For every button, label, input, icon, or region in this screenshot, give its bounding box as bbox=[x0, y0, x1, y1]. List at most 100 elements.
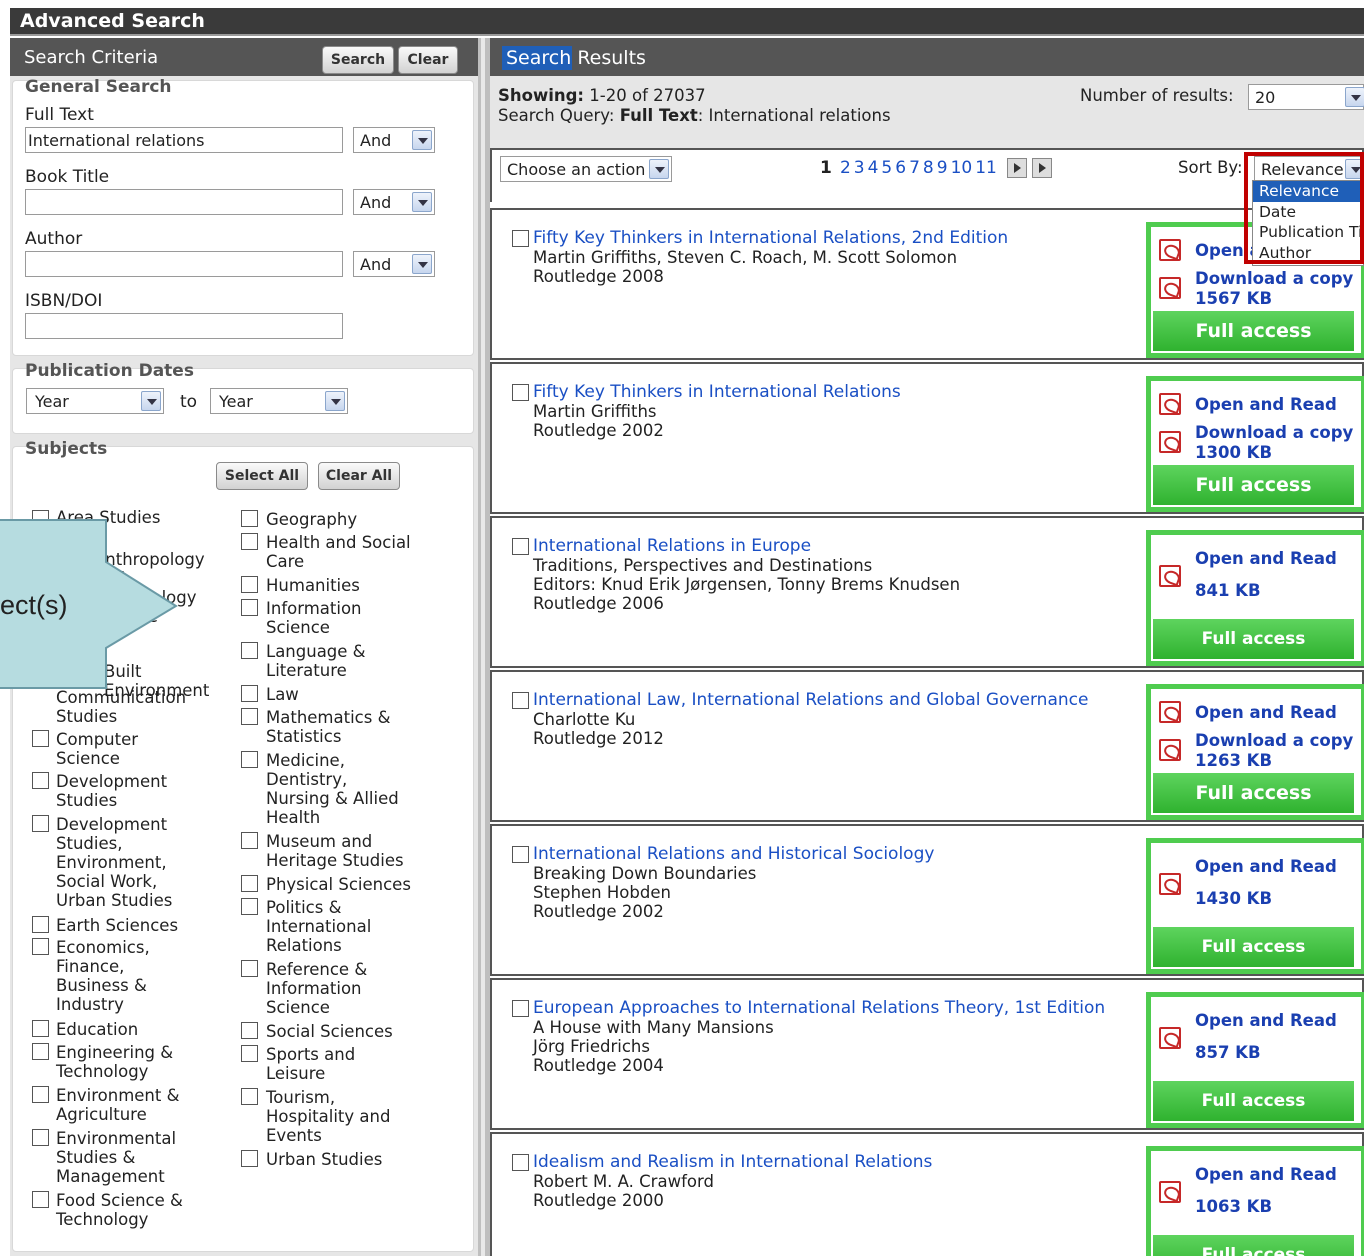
result-title-link[interactable]: International Relations and Historical S… bbox=[533, 844, 934, 864]
open-and-read-link[interactable]: Open and Read bbox=[1195, 703, 1337, 722]
result-checkbox[interactable] bbox=[512, 1154, 529, 1171]
subject-checkbox[interactable] bbox=[32, 1043, 49, 1060]
author-input[interactable] bbox=[25, 251, 343, 277]
page-link[interactable]: 5 bbox=[881, 158, 892, 178]
subject-checkbox[interactable] bbox=[32, 730, 49, 747]
last-page-icon[interactable] bbox=[1031, 158, 1052, 178]
result-title-link[interactable]: European Approaches to International Rel… bbox=[533, 998, 1105, 1018]
full-access-button[interactable]: Full access bbox=[1153, 465, 1354, 505]
access-box: Open and Read Download a copy 1300 KB Fu… bbox=[1146, 376, 1364, 512]
download-copy-link[interactable]: Download a copy bbox=[1195, 423, 1353, 442]
subject-checkbox[interactable] bbox=[241, 510, 258, 527]
sort-option-relevance[interactable]: Relevance bbox=[1253, 181, 1363, 202]
query-prefix: Search Query: bbox=[498, 106, 615, 125]
page-link[interactable]: 7 bbox=[909, 158, 920, 178]
open-and-read-link[interactable]: Open and Read bbox=[1195, 395, 1337, 414]
subject-checkbox[interactable] bbox=[241, 533, 258, 550]
isbn-input[interactable] bbox=[25, 313, 343, 339]
subject-checkbox[interactable] bbox=[32, 1020, 49, 1037]
subject-checkbox[interactable] bbox=[241, 960, 258, 977]
page-link[interactable]: 6 bbox=[895, 158, 906, 178]
page-link[interactable]: 9 bbox=[937, 158, 948, 178]
clear-all-button[interactable]: Clear All bbox=[318, 462, 400, 490]
subject-label: Mathematics & Statistics bbox=[266, 708, 391, 746]
subject-checkbox[interactable] bbox=[32, 1086, 49, 1103]
subject-checkbox[interactable] bbox=[32, 938, 49, 955]
subject-checkbox[interactable] bbox=[32, 1129, 49, 1146]
subject-checkbox[interactable] bbox=[32, 916, 49, 933]
result-checkbox[interactable] bbox=[512, 692, 529, 709]
criteria-header: Search Criteria Search Clear bbox=[10, 38, 478, 76]
page-link[interactable]: 4 bbox=[868, 158, 879, 178]
full-access-button[interactable]: Full access bbox=[1153, 927, 1354, 967]
year-from-select[interactable]: Year bbox=[26, 388, 164, 414]
chevron-down-icon bbox=[1345, 159, 1364, 179]
publication-dates-title: Publication Dates bbox=[25, 361, 194, 381]
open-and-read-link[interactable]: Open and Read bbox=[1195, 549, 1337, 568]
chevron-down-icon bbox=[1345, 87, 1364, 107]
subject-checkbox[interactable] bbox=[241, 1022, 258, 1039]
open-and-read-link[interactable]: Open and Read bbox=[1195, 857, 1337, 876]
full-access-button[interactable]: Full access bbox=[1153, 311, 1354, 351]
choose-action-select[interactable]: Choose an action bbox=[500, 156, 672, 182]
full-text-input[interactable]: International relations bbox=[25, 127, 343, 153]
subject-checkbox[interactable] bbox=[32, 1191, 49, 1208]
open-and-read-link[interactable]: Open and Read bbox=[1195, 1165, 1337, 1184]
select-all-button[interactable]: Select All bbox=[216, 462, 308, 490]
result-checkbox[interactable] bbox=[512, 846, 529, 863]
full-access-button[interactable]: Full access bbox=[1153, 1081, 1354, 1121]
sort-option-date[interactable]: Date bbox=[1253, 202, 1363, 223]
subject-checkbox[interactable] bbox=[241, 898, 258, 915]
subject-checkbox[interactable] bbox=[241, 1088, 258, 1105]
download-copy-link[interactable]: Download a copy bbox=[1195, 731, 1353, 750]
clear-button[interactable]: Clear bbox=[398, 46, 458, 74]
panel-splitter[interactable] bbox=[478, 38, 490, 1256]
full-access-button[interactable]: Full access bbox=[1153, 773, 1354, 813]
sort-option-publication-title[interactable]: Publication Title bbox=[1253, 222, 1363, 243]
full-access-button[interactable]: Full access bbox=[1153, 619, 1354, 659]
result-card: Fifty Key Thinkers in International Rela… bbox=[490, 208, 1364, 360]
full-text-operator-select[interactable]: And bbox=[353, 127, 435, 153]
page-link[interactable]: 8 bbox=[923, 158, 934, 178]
page-link[interactable]: 11 bbox=[975, 158, 997, 178]
author-operator-select[interactable]: And bbox=[353, 251, 435, 277]
subject-checkbox[interactable] bbox=[241, 599, 258, 616]
page-link[interactable]: 3 bbox=[854, 158, 865, 178]
subject-checkbox[interactable] bbox=[241, 642, 258, 659]
result-checkbox[interactable] bbox=[512, 384, 529, 401]
year-to-select[interactable]: Year bbox=[210, 388, 348, 414]
subject-checkbox[interactable] bbox=[241, 685, 258, 702]
subject-checkbox[interactable] bbox=[241, 875, 258, 892]
num-results-select[interactable]: 20 bbox=[1248, 84, 1364, 110]
open-and-read-link[interactable]: Open and Read bbox=[1195, 1011, 1337, 1030]
book-title-input[interactable] bbox=[25, 189, 343, 215]
download-copy-link[interactable]: Download a copy bbox=[1195, 269, 1353, 288]
subject-checkbox[interactable] bbox=[241, 1150, 258, 1167]
subject-checkbox[interactable] bbox=[241, 1045, 258, 1062]
result-title-link[interactable]: International Relations in Europe bbox=[533, 536, 811, 556]
page-link[interactable]: 10 bbox=[951, 158, 973, 178]
result-title-link[interactable]: International Law, International Relatio… bbox=[533, 690, 1088, 710]
page-link[interactable]: 2 bbox=[840, 158, 851, 178]
search-button[interactable]: Search bbox=[322, 46, 394, 74]
result-checkbox[interactable] bbox=[512, 538, 529, 555]
result-title-link[interactable]: Idealism and Realism in International Re… bbox=[533, 1152, 932, 1172]
next-page-icon[interactable] bbox=[1006, 158, 1027, 178]
book-title-label: Book Title bbox=[25, 167, 110, 187]
subject-checkbox[interactable] bbox=[32, 772, 49, 789]
full-access-button[interactable]: Full access bbox=[1153, 1235, 1354, 1256]
subject-checkbox[interactable] bbox=[241, 751, 258, 768]
subject-label: Museum and Heritage Studies bbox=[266, 832, 404, 870]
result-title-link[interactable]: Fifty Key Thinkers in International Rela… bbox=[533, 228, 1008, 248]
result-checkbox[interactable] bbox=[512, 1000, 529, 1017]
subject-checkbox[interactable] bbox=[241, 832, 258, 849]
subject-checkbox[interactable] bbox=[32, 815, 49, 832]
subject-checkbox[interactable] bbox=[241, 576, 258, 593]
result-checkbox[interactable] bbox=[512, 230, 529, 247]
subject-checkbox[interactable] bbox=[241, 708, 258, 725]
sort-option-author[interactable]: Author bbox=[1253, 243, 1363, 264]
book-title-operator-select[interactable]: And bbox=[353, 189, 435, 215]
result-title-link[interactable]: Fifty Key Thinkers in International Rela… bbox=[533, 382, 901, 402]
sort-by-select[interactable]: Relevance bbox=[1254, 156, 1364, 182]
pdf-icon bbox=[1159, 739, 1181, 761]
